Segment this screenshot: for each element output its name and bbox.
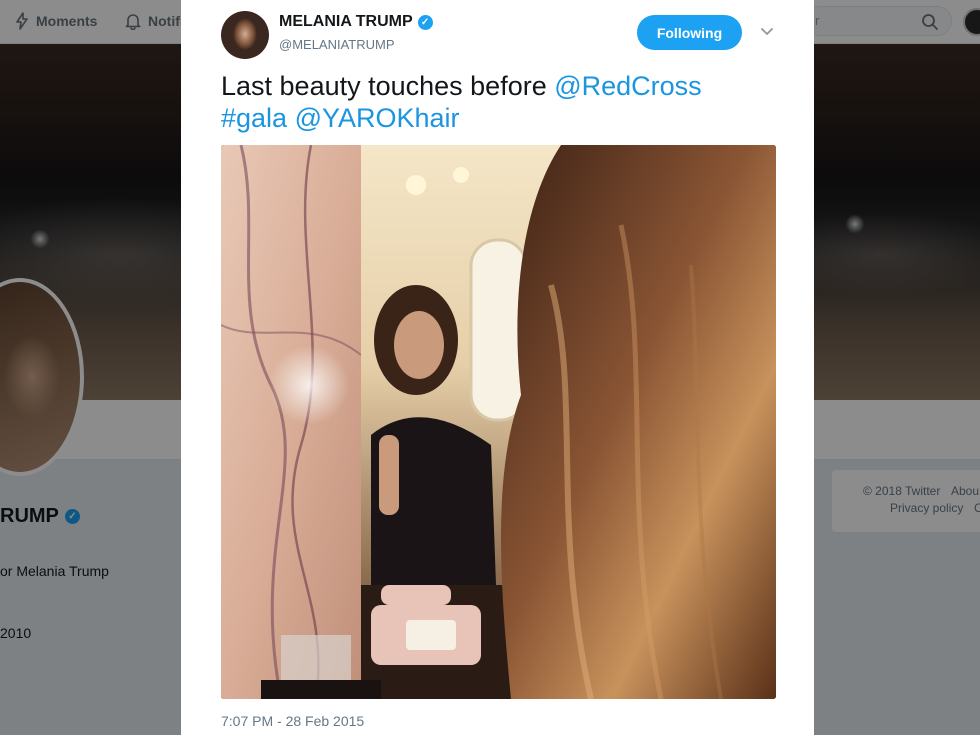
verified-badge-icon: ✓ [417, 14, 433, 30]
mention-redcross-link[interactable]: @RedCross [554, 71, 701, 101]
author-handle[interactable]: @MELANIATRUMP [279, 37, 395, 52]
hashtag-gala-link[interactable]: #gala [221, 103, 287, 133]
following-button[interactable]: Following [637, 15, 742, 50]
chevron-down-icon[interactable] [759, 24, 775, 40]
author-name-text: MELANIA TRUMP [279, 13, 413, 30]
tweet-modal: MELANIA TRUMP ✓ @MELANIATRUMP Following … [181, 0, 814, 735]
tweet-photo[interactable] [221, 145, 776, 699]
photo-illustration [221, 145, 776, 699]
author-avatar[interactable] [221, 11, 269, 59]
mention-yarokhair-link[interactable]: @YAROKhair [295, 103, 460, 133]
tweet-timestamp[interactable]: 7:07 PM - 28 Feb 2015 [221, 713, 364, 729]
tweet-text-prefix: Last beauty touches before [221, 71, 555, 101]
author-name[interactable]: MELANIA TRUMP ✓ [279, 13, 433, 31]
tweet-text: Last beauty touches before @RedCross #ga… [221, 70, 781, 134]
